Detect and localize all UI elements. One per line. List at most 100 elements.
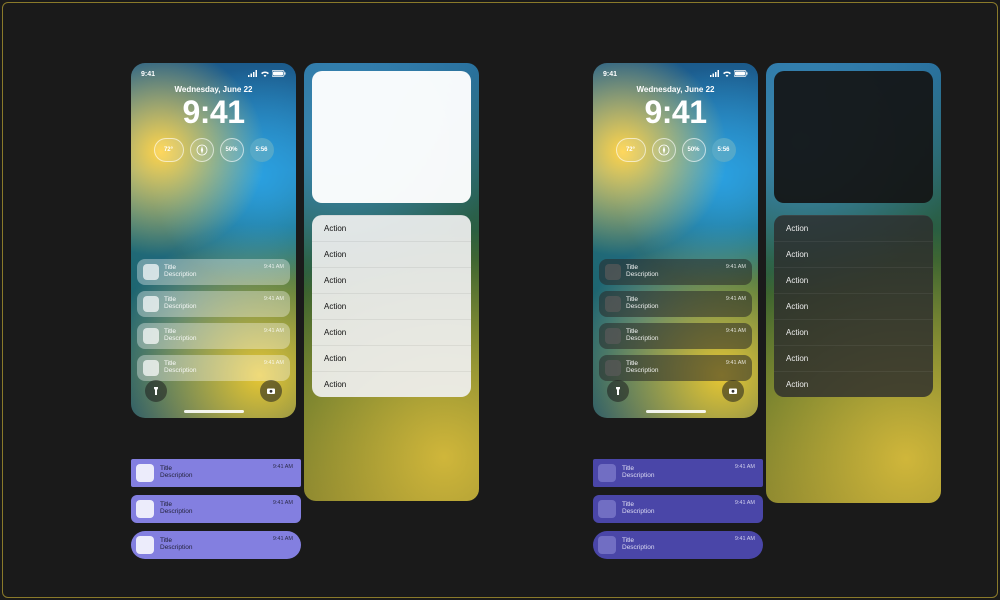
app-icon [143, 328, 159, 344]
context-action[interactable]: Action [774, 319, 933, 345]
lock-notification[interactable]: TitleDescription 9:41 AM [599, 355, 752, 381]
context-actions: Action Action Action Action Action Actio… [774, 215, 933, 397]
lock-notification[interactable]: TitleDescription 9:41 AM [599, 323, 752, 349]
app-icon [605, 264, 621, 280]
status-icons [710, 70, 748, 77]
context-action[interactable]: Action [312, 267, 471, 293]
lock-date: Wednesday, June 22 [131, 85, 296, 94]
lock-notification[interactable]: TitleDescription 9:41 AM [137, 259, 290, 285]
quick-actions [145, 380, 282, 402]
context-action[interactable]: Action [774, 215, 933, 241]
notif-time: 9:41 AM [735, 500, 755, 506]
lockscreen-light: 9:41 Wednesday, June 22 9:41 72° 50% 5:5… [131, 63, 296, 418]
widget-humidity[interactable]: 50% [220, 138, 244, 162]
battery-icon [734, 70, 748, 77]
widget-weather[interactable]: 72° [154, 138, 184, 162]
notification-variant-pill[interactable]: TitleDescription 9:41 AM [593, 531, 763, 559]
notif-time: 9:41 AM [726, 328, 746, 334]
status-time: 9:41 [603, 71, 617, 78]
quick-actions [607, 380, 744, 402]
lock-notification[interactable]: TitleDescription 9:41 AM [599, 291, 752, 317]
context-action[interactable]: Action [774, 267, 933, 293]
notification-variant-square[interactable]: TitleDescription 9:41 AM [131, 459, 301, 487]
cluster-dark: 9:41 Wednesday, June 22 9:41 72° 50% 5:5… [593, 63, 945, 503]
lock-date: Wednesday, June 22 [593, 85, 758, 94]
home-indicator[interactable] [646, 410, 706, 413]
lock-datetime: Wednesday, June 22 9:41 [131, 85, 296, 128]
notif-time: 9:41 AM [726, 360, 746, 366]
widget-compass[interactable] [190, 138, 214, 162]
context-action[interactable]: Action [312, 371, 471, 397]
notification-variant-pill[interactable]: TitleDescription 9:41 AM [131, 531, 301, 559]
app-icon [605, 360, 621, 376]
context-panel-light: Action Action Action Action Action Actio… [304, 63, 479, 501]
camera-button[interactable] [260, 380, 282, 402]
status-time: 9:41 [141, 71, 155, 78]
context-action[interactable]: Action [312, 319, 471, 345]
compass-icon [196, 144, 208, 156]
notif-time: 9:41 AM [726, 264, 746, 270]
app-icon [136, 536, 154, 554]
context-action[interactable]: Action [774, 293, 933, 319]
context-action[interactable]: Action [312, 293, 471, 319]
notif-time: 9:41 AM [264, 328, 284, 334]
context-action[interactable]: Action [774, 371, 933, 397]
lock-time: 9:41 [593, 96, 758, 128]
cluster-light: 9:41 Wednesday, June 22 9:41 72° 50% 5:5… [131, 63, 483, 501]
notification-variant-square[interactable]: TitleDescription 9:41 AM [593, 459, 763, 487]
widget-time[interactable]: 5:56 [712, 138, 736, 162]
widget-time[interactable]: 5:56 [250, 138, 274, 162]
notification-variants-dark: TitleDescription 9:41 AM TitleDescriptio… [593, 459, 763, 559]
cellular-icon [710, 70, 720, 77]
app-icon [605, 328, 621, 344]
widget-humidity[interactable]: 50% [682, 138, 706, 162]
lock-notification[interactable]: TitleDescription 9:41 AM [137, 323, 290, 349]
lock-widgets: 72° 50% 5:56 [593, 138, 758, 162]
lock-notification[interactable]: TitleDescription 9:41 AM [137, 355, 290, 381]
notif-time: 9:41 AM [264, 360, 284, 366]
camera-button[interactable] [722, 380, 744, 402]
flashlight-icon [151, 386, 161, 396]
context-action[interactable]: Action [312, 215, 471, 241]
camera-icon [728, 386, 738, 396]
context-action[interactable]: Action [774, 345, 933, 371]
compass-icon [658, 144, 670, 156]
status-bar: 9:41 [593, 63, 758, 79]
flashlight-icon [613, 386, 623, 396]
camera-icon [266, 386, 276, 396]
lockscreen-dark: 9:41 Wednesday, June 22 9:41 72° 50% 5:5… [593, 63, 758, 418]
app-icon [598, 536, 616, 554]
home-indicator[interactable] [184, 410, 244, 413]
notification-preview[interactable] [774, 71, 933, 203]
app-icon [598, 464, 616, 482]
app-icon [143, 296, 159, 312]
wifi-icon [260, 70, 270, 77]
flashlight-button[interactable] [145, 380, 167, 402]
flashlight-button[interactable] [607, 380, 629, 402]
notif-time: 9:41 AM [264, 296, 284, 302]
notification-preview[interactable] [312, 71, 471, 203]
widget-weather[interactable]: 72° [616, 138, 646, 162]
app-icon [143, 264, 159, 280]
notification-variant-rounded[interactable]: TitleDescription 9:41 AM [593, 495, 763, 523]
context-panel-dark: Action Action Action Action Action Actio… [766, 63, 941, 503]
lock-notification[interactable]: TitleDescription 9:41 AM [599, 259, 752, 285]
cellular-icon [248, 70, 258, 77]
app-icon [136, 500, 154, 518]
notif-time: 9:41 AM [273, 536, 293, 542]
status-icons [248, 70, 286, 77]
context-action[interactable]: Action [312, 241, 471, 267]
notification-variant-rounded[interactable]: TitleDescription 9:41 AM [131, 495, 301, 523]
notif-time: 9:41 AM [273, 464, 293, 470]
lock-notification[interactable]: TitleDescription 9:41 AM [137, 291, 290, 317]
context-action[interactable]: Action [774, 241, 933, 267]
wifi-icon [722, 70, 732, 77]
lock-notifications: TitleDescription 9:41 AM TitleDescriptio… [599, 259, 752, 381]
app-icon [143, 360, 159, 376]
widget-compass[interactable] [652, 138, 676, 162]
canvas-frame: 9:41 Wednesday, June 22 9:41 72° 50% 5:5… [2, 2, 998, 598]
notif-time: 9:41 AM [735, 464, 755, 470]
notif-time: 9:41 AM [726, 296, 746, 302]
lock-widgets: 72° 50% 5:56 [131, 138, 296, 162]
context-action[interactable]: Action [312, 345, 471, 371]
